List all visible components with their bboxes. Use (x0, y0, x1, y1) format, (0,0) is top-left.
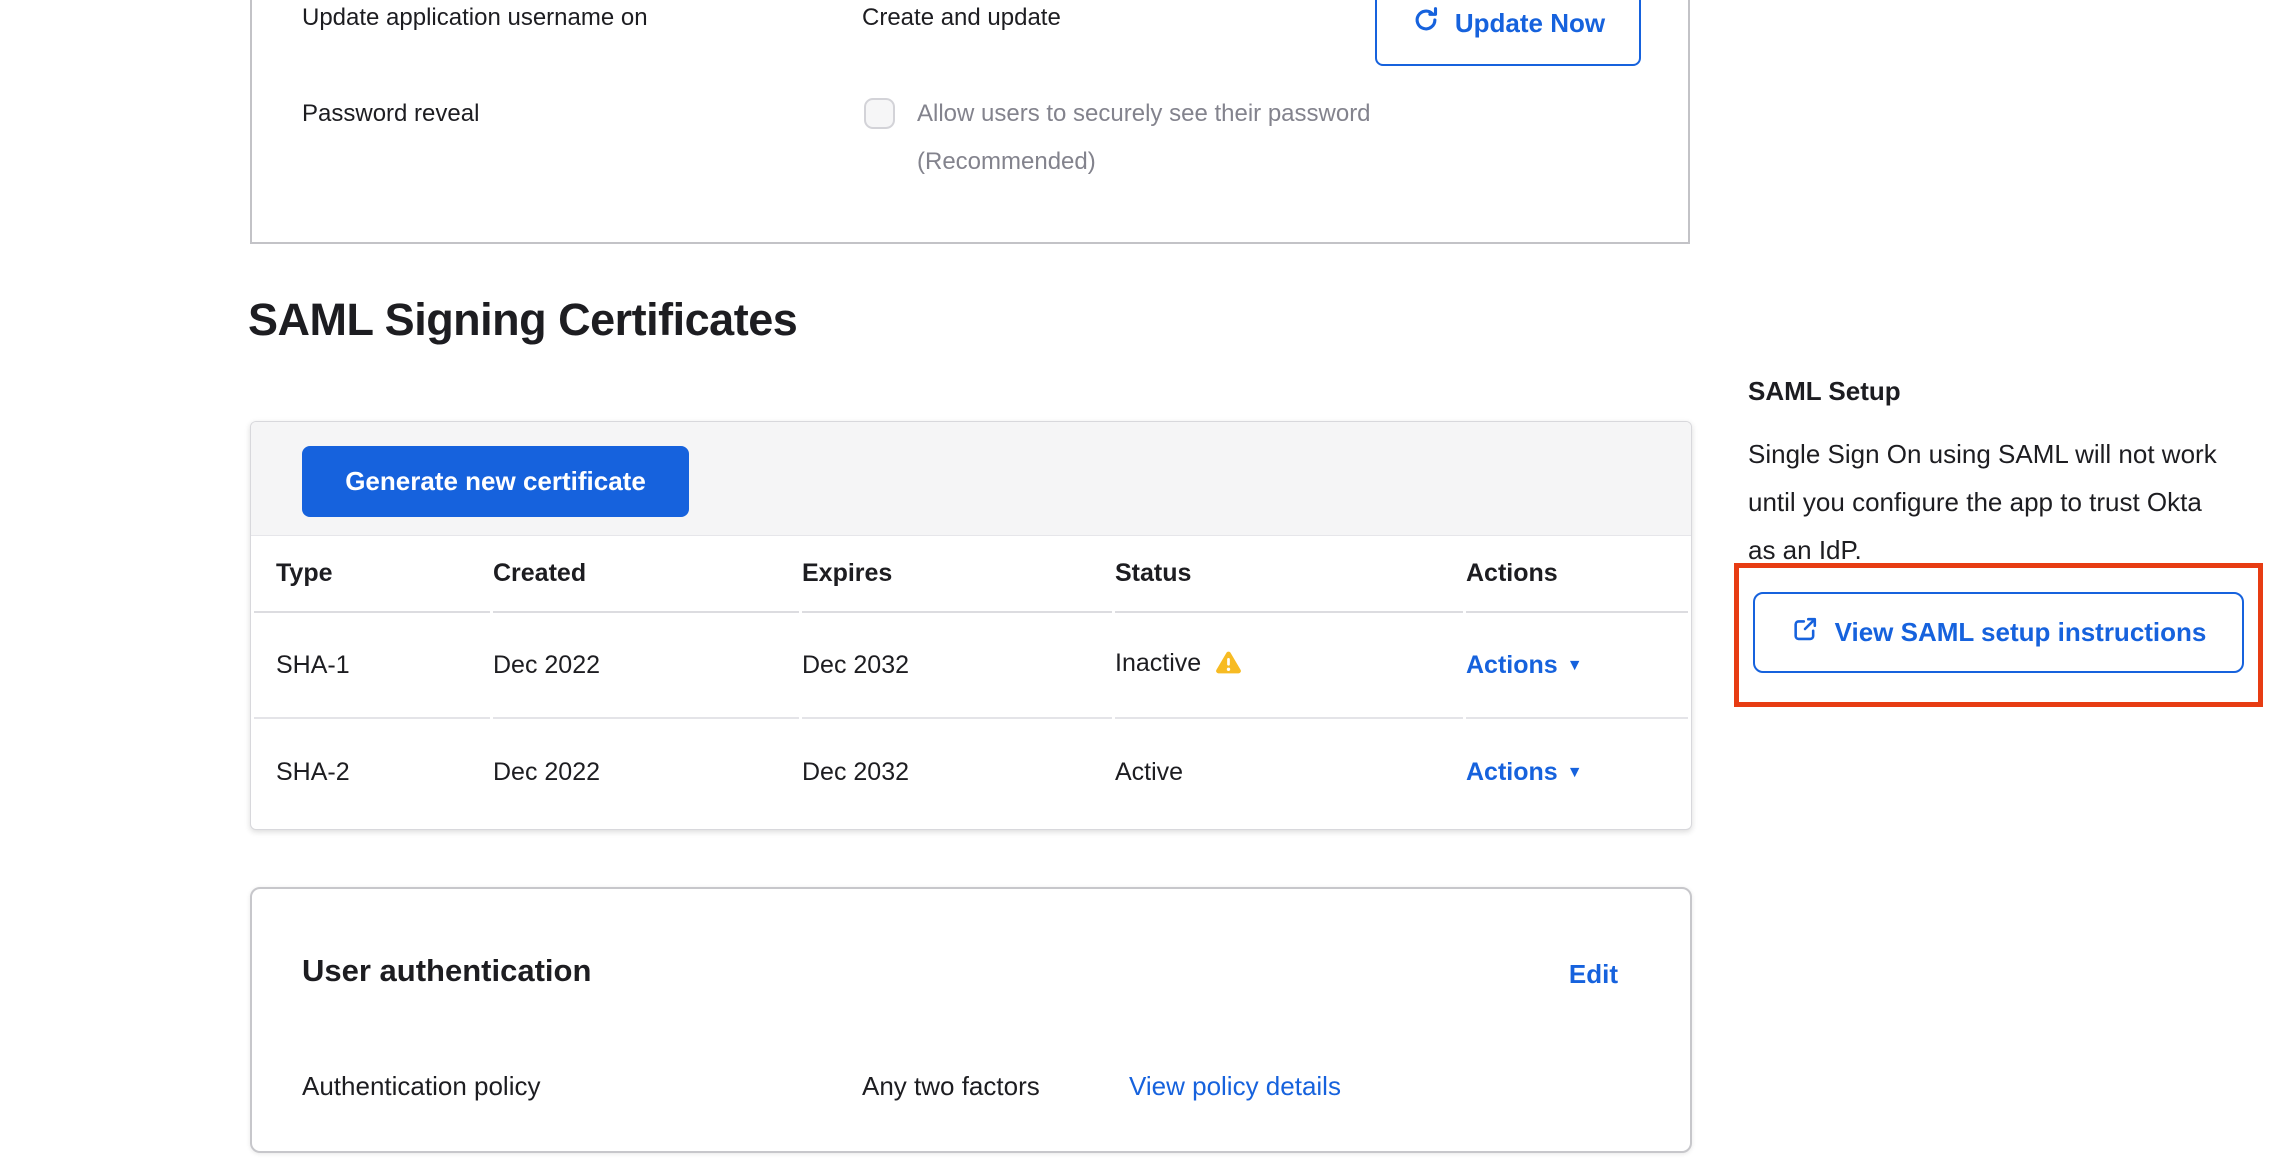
certificates-table-body: SHA-1 Dec 2022 Dec 2032 Inactive Actions… (254, 613, 1688, 825)
saml-certificates-panel: Generate new certificate Type Created Ex… (250, 421, 1692, 830)
view-saml-instructions-button[interactable]: View SAML setup instructions (1753, 592, 2244, 673)
caret-down-icon: ▼ (1567, 764, 1583, 781)
certificate-row: SHA-2 Dec 2022 Dec 2032 Active Actions ▼ (254, 719, 1688, 825)
certificate-actions-menu[interactable]: Actions ▼ (1466, 651, 1583, 679)
user-authentication-heading: User authentication (302, 953, 591, 989)
password-reveal-description: Allow users to securely see their passwo… (917, 100, 1371, 128)
saml-certificates-heading: SAML Signing Certificates (248, 294, 797, 346)
col-header-created: Created (493, 536, 799, 613)
password-reveal-recommended: (Recommended) (917, 148, 1096, 176)
certificate-actions-menu[interactable]: Actions ▼ (1466, 758, 1583, 786)
cert-status: Active (1115, 758, 1183, 786)
saml-setup-heading: SAML Setup (1748, 376, 1901, 407)
edit-authentication-link[interactable]: Edit (1569, 959, 1618, 990)
caret-down-icon: ▼ (1567, 657, 1583, 674)
cert-type: SHA-2 (254, 719, 490, 825)
password-reveal-checkbox[interactable] (864, 98, 895, 129)
provisioning-settings-card: Update application username on Create an… (250, 0, 1690, 244)
col-header-status: Status (1115, 536, 1463, 613)
cert-created: Dec 2022 (493, 613, 799, 719)
certificate-row: SHA-1 Dec 2022 Dec 2032 Inactive Actions… (254, 613, 1688, 719)
username-update-value: Create and update (862, 4, 1061, 32)
generate-certificate-button[interactable]: Generate new certificate (302, 446, 689, 517)
view-policy-details-link[interactable]: View policy details (1129, 1071, 1341, 1102)
cert-status: Inactive (1115, 649, 1201, 677)
update-now-label: Update Now (1455, 8, 1605, 39)
actions-label: Actions (1466, 758, 1558, 786)
password-reveal-label: Password reveal (302, 100, 479, 128)
cert-created: Dec 2022 (493, 719, 799, 825)
user-authentication-card: User authentication Edit Authentication … (250, 887, 1692, 1153)
authentication-policy-label: Authentication policy (302, 1071, 540, 1102)
update-now-button[interactable]: Update Now (1375, 0, 1641, 66)
warning-triangle-icon (1215, 651, 1242, 682)
saml-setup-description: Single Sign On using SAML will not work … (1748, 430, 2233, 574)
refresh-icon (1411, 5, 1441, 42)
authentication-policy-value: Any two factors (862, 1071, 1040, 1102)
cert-expires: Dec 2032 (802, 719, 1112, 825)
certificates-table: Type Created Expires Status Actions SHA-… (251, 536, 1691, 825)
username-update-label: Update application username on (302, 4, 648, 32)
col-header-type: Type (254, 536, 490, 613)
view-saml-instructions-label: View SAML setup instructions (1835, 617, 2207, 648)
okta-app-settings-page: Update application username on Create an… (0, 0, 2279, 1158)
cert-type: SHA-1 (254, 613, 490, 719)
actions-label: Actions (1466, 651, 1558, 679)
external-link-icon (1791, 615, 1819, 650)
cert-expires: Dec 2032 (802, 613, 1112, 719)
col-header-actions: Actions (1466, 536, 1688, 613)
certificates-toolbar: Generate new certificate (251, 422, 1691, 536)
col-header-expires: Expires (802, 536, 1112, 613)
